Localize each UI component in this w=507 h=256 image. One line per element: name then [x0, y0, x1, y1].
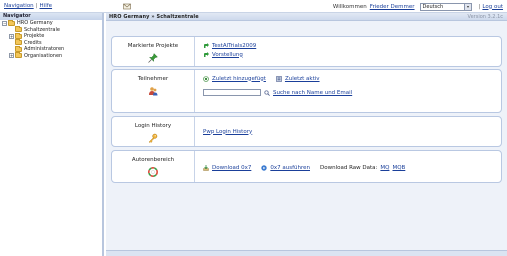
- mail-icon[interactable]: [123, 3, 131, 10]
- breadcrumb: HRO Germany » Schaltzentrale: [109, 13, 199, 20]
- play-icon: [261, 164, 268, 171]
- raw-mq-link[interactable]: MQ: [380, 165, 389, 171]
- main-content: HRO Germany » Schaltzentrale Version 3.2…: [106, 13, 507, 256]
- separator: |: [35, 3, 38, 9]
- participants-panel: Teilnehmer Zuletzt hinzugefügt Zuletzt a…: [111, 69, 502, 113]
- participants-search-row: Suche nach Name und Email: [203, 88, 495, 97]
- download-0x7-link[interactable]: Download 0x7: [212, 165, 251, 171]
- panel-body: Pwp Login History: [203, 127, 495, 136]
- project-link[interactable]: TestAlTrials2009: [212, 43, 256, 49]
- panel-title: Autorenbereich: [131, 157, 175, 163]
- panel-body: Download 0x7 0x7 ausführen Download Raw …: [203, 163, 495, 172]
- folder-icon: [15, 32, 22, 39]
- help-link[interactable]: Hilfe: [40, 3, 53, 9]
- author-area-panel: Autorenbereich Download 0x7 0x7 ausführe…: [111, 150, 502, 183]
- panel-title: Login History: [134, 123, 172, 129]
- raw-data-label: Download Raw Data:: [320, 164, 378, 171]
- export-row: Download 0x7 0x7 ausführen Download Raw …: [203, 163, 495, 172]
- marked-projects-panel: Markierte Projekte TestAlTrials2009 Vors…: [111, 36, 502, 67]
- panel-body: TestAlTrials2009 Vorstellung: [203, 41, 495, 59]
- panel-label: Login History: [112, 117, 195, 146]
- navigation-link[interactable]: Navigation: [4, 3, 34, 9]
- folder-icon: [15, 39, 22, 46]
- color-wheel-icon: [148, 167, 158, 177]
- project-link-icon: [204, 42, 209, 48]
- panel-label: Markierte Projekte: [112, 37, 195, 66]
- tree-item-label: Organisationen: [24, 52, 63, 59]
- version-label: Version 3.2.1c: [467, 13, 503, 20]
- project-link[interactable]: Vorstellung: [212, 52, 243, 58]
- folder-icon: [15, 45, 22, 52]
- folder-icon: [15, 52, 22, 59]
- project-link-icon: [204, 51, 209, 57]
- logout-link[interactable]: Log out: [482, 4, 503, 10]
- run-0x7-link[interactable]: 0x7 ausführen: [270, 165, 310, 171]
- raw-mqb-link[interactable]: MQB: [392, 165, 405, 171]
- tree-item-organisationen[interactable]: + Organisationen: [0, 52, 102, 60]
- recent-added-icon: [203, 75, 209, 82]
- expand-icon[interactable]: +: [9, 33, 14, 39]
- recent-active-icon: [276, 75, 282, 82]
- recent-added-link[interactable]: Zuletzt hinzugefügt: [212, 76, 266, 82]
- collapse-icon[interactable]: −: [2, 20, 7, 26]
- download-icon: [203, 164, 209, 171]
- login-history-panel: Login History Pwp Login History: [111, 116, 502, 147]
- search-icon[interactable]: [264, 89, 270, 96]
- recent-active-link[interactable]: Zuletzt aktiv: [285, 76, 320, 82]
- sidebar-header: Navigator: [0, 13, 102, 20]
- project-row: Vorstellung: [203, 50, 495, 59]
- sidebar: Navigator − HRO Germany Schaltzentrale +…: [0, 13, 104, 256]
- project-row: TestAlTrials2009: [203, 41, 495, 50]
- top-bar: Navigation | Hilfe Willkommen Frieder Demm…: [0, 0, 507, 13]
- chevron-down-icon: [463, 3, 471, 10]
- user-area: Willkommen Frieder Demmer Deutsch | Log …: [333, 2, 503, 11]
- separator: |: [478, 3, 481, 10]
- panel-body: Zuletzt hinzugefügt Zuletzt aktiv Suche …: [203, 74, 495, 97]
- breadcrumb-bar: HRO Germany » Schaltzentrale Version 3.2…: [106, 13, 507, 21]
- pushpin-icon: [148, 53, 158, 63]
- user-name-link[interactable]: Frieder Demmer: [370, 4, 415, 10]
- expand-icon[interactable]: +: [9, 53, 14, 59]
- top-left-links: Navigation | Hilfe: [4, 3, 52, 9]
- language-select-value: Deutsch: [422, 3, 444, 10]
- panel-label: Teilnehmer: [112, 70, 195, 112]
- panel-title: Teilnehmer: [137, 76, 169, 82]
- bottom-bar: [106, 250, 507, 256]
- participant-search-input[interactable]: [203, 89, 261, 96]
- panel-label: Autorenbereich: [112, 151, 195, 182]
- login-history-link[interactable]: Pwp Login History: [203, 129, 252, 135]
- search-by-name-email-link[interactable]: Suche nach Name und Email: [273, 90, 352, 96]
- participants-links-row: Zuletzt hinzugefügt Zuletzt aktiv: [203, 74, 495, 83]
- key-icon: [148, 133, 158, 143]
- panel-title: Markierte Projekte: [127, 43, 179, 49]
- language-select[interactable]: Deutsch: [419, 2, 472, 11]
- welcome-text: Willkommen: [332, 3, 367, 10]
- users-icon: [149, 87, 158, 96]
- folder-icon: [15, 26, 22, 33]
- login-history-row: Pwp Login History: [203, 127, 495, 136]
- folder-icon: [8, 19, 15, 26]
